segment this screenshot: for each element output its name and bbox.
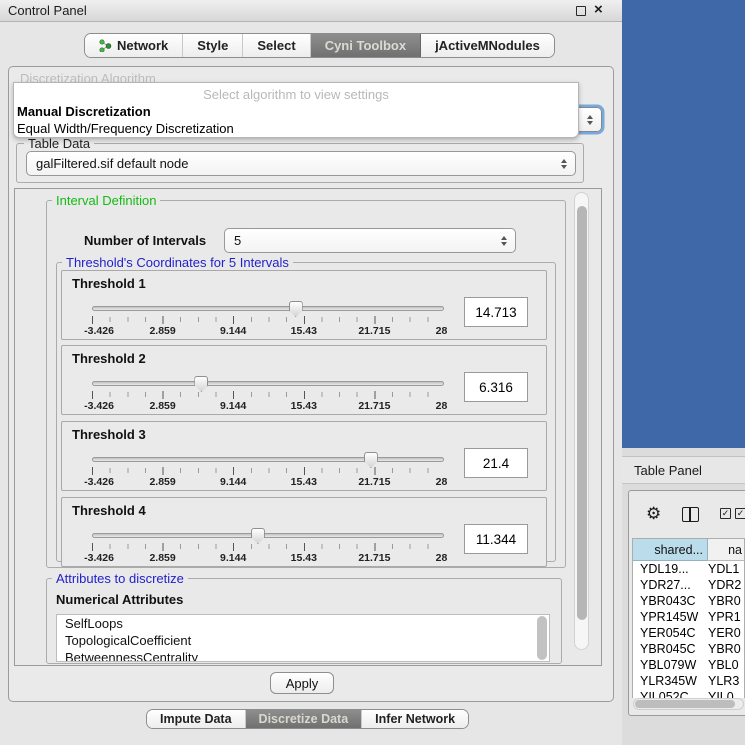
threshold-2-slider[interactable]: -3.426 2.859 9.144 15.43 21.715 28 <box>92 376 445 414</box>
thresholds-group-title: Threshold's Coordinates for 5 Intervals <box>62 255 293 270</box>
network-icon <box>99 39 112 52</box>
table-row[interactable]: YBR045CYBR0 <box>633 641 744 657</box>
table-header-row: shared... na <box>633 539 744 561</box>
tab-network-label: Network <box>117 38 168 53</box>
checkbox-icon[interactable]: ✓ <box>735 508 745 519</box>
number-of-intervals-select[interactable]: 5 <box>224 228 516 253</box>
tab-discretize-data[interactable]: Discretize Data <box>246 710 363 728</box>
network-window-frame: GAL80 GAL11 GAL4 GCY1 HAP2 H G C <box>622 0 745 448</box>
threshold-1-slider[interactable]: -3.426 2.859 9.144 15.43 21.715 28 <box>92 301 445 339</box>
slider-major-ticks <box>92 467 445 475</box>
numerical-attributes-label: Numerical Attributes <box>56 592 183 607</box>
checkbox-icon[interactable]: ✓ <box>720 508 731 519</box>
tab-network[interactable]: Network <box>85 34 183 57</box>
threshold-4-value-field[interactable]: 11.344 <box>464 524 528 554</box>
table-data-group-title: Table Data <box>24 136 94 151</box>
threshold-1-value-field[interactable]: 14.713 <box>464 297 528 327</box>
gear-icon[interactable]: ⚙ <box>646 504 661 524</box>
attributes-group-title: Attributes to discretize <box>52 571 188 586</box>
threshold-4-panel: Threshold 4 -3.426 2.859 9.144 15.43 21.… <box>61 497 547 567</box>
threshold-3-slider[interactable]: -3.426 2.859 9.144 15.43 21.715 28 <box>92 452 445 490</box>
threshold-1-panel: Threshold 1 -3.426 2.859 9.144 15.43 21.… <box>61 270 547 340</box>
tab-style[interactable]: Style <box>183 34 243 57</box>
combo-arrows-icon <box>561 159 567 169</box>
threshold-4-slider[interactable]: -3.426 2.859 9.144 15.43 21.715 28 <box>92 528 445 566</box>
table-row[interactable]: YBR043CYBR0 <box>633 593 744 609</box>
slider-track[interactable] <box>92 306 444 311</box>
dropdown-placeholder-option[interactable]: Select algorithm to view settings <box>14 87 578 102</box>
table-panel-header[interactable]: Table Panel <box>622 456 745 484</box>
threshold-4-label: Threshold 4 <box>72 503 146 518</box>
threshold-2-value-field[interactable]: 6.316 <box>464 372 528 402</box>
column-header-shared-name[interactable]: shared... <box>633 539 708 561</box>
algorithm-dropdown-popup: Select algorithm to view settings Manual… <box>13 82 579 138</box>
list-item[interactable]: SelfLoops <box>57 615 549 632</box>
slider-major-ticks <box>92 391 445 399</box>
combo-arrows-icon <box>587 115 593 125</box>
slider-scale: -3.426 2.859 9.144 15.43 21.715 28 <box>92 325 445 337</box>
tab-select[interactable]: Select <box>243 34 310 57</box>
control-panel-titlebar <box>0 0 622 22</box>
slider-thumb[interactable] <box>194 376 208 392</box>
numerical-attributes-list: SelfLoops TopologicalCoefficient Between… <box>56 614 550 662</box>
slider-scale: -3.426 2.859 9.144 15.43 21.715 28 <box>92 476 445 488</box>
table-row[interactable]: YDR27...YDR2 <box>633 577 744 593</box>
node-table: shared... na YDL19...YDL1 YDR27...YDR2 Y… <box>632 538 745 698</box>
threshold-3-label: Threshold 3 <box>72 427 146 442</box>
float-window-icon[interactable] <box>576 6 586 16</box>
combo-arrows-icon <box>501 236 507 246</box>
column-header-name[interactable]: na <box>708 539 744 561</box>
list-item[interactable]: BetweennessCentrality <box>57 649 549 662</box>
slider-major-ticks <box>92 316 445 324</box>
control-panel-tabbar: Network Style Select Cyni Toolbox jActiv… <box>84 33 555 58</box>
threshold-3-panel: Threshold 3 -3.426 2.859 9.144 15.43 21.… <box>61 421 547 491</box>
slider-track[interactable] <box>92 457 444 462</box>
close-icon[interactable]: × <box>594 1 603 18</box>
attributes-list-scrollbar-thumb[interactable] <box>537 616 547 660</box>
threshold-2-label: Threshold 2 <box>72 351 146 366</box>
interval-definition-title: Interval Definition <box>52 193 160 208</box>
number-of-intervals-label: Number of Intervals <box>84 233 206 248</box>
threshold-2-panel: Threshold 2 -3.426 2.859 9.144 15.43 21.… <box>61 345 547 415</box>
slider-scale: -3.426 2.859 9.144 15.43 21.715 28 <box>92 552 445 564</box>
table-row[interactable]: YBL079WYBL0 <box>633 657 744 673</box>
table-row[interactable]: YER054CYER0 <box>633 625 744 641</box>
table-data-select[interactable]: galFiltered.sif default node <box>26 151 576 176</box>
slider-track[interactable] <box>92 381 444 386</box>
app-root: Control Panel × Network Style Select Cyn… <box>0 0 745 745</box>
columns-icon[interactable] <box>682 507 699 522</box>
tab-jactivemnodules[interactable]: jActiveMNodules <box>421 34 554 57</box>
table-row[interactable]: YIL052CYIL0 <box>633 689 744 698</box>
slider-major-ticks <box>92 543 445 551</box>
table-row[interactable]: YDL19...YDL1 <box>633 561 744 577</box>
list-item[interactable]: TopologicalCoefficient <box>57 632 549 649</box>
table-row[interactable]: YPR145WYPR1 <box>633 609 744 625</box>
dropdown-option-equal-width[interactable]: Equal Width/Frequency Discretization <box>17 121 234 136</box>
tab-impute-data[interactable]: Impute Data <box>147 710 246 728</box>
tab-infer-network[interactable]: Infer Network <box>362 710 468 728</box>
threshold-3-value-field[interactable]: 21.4 <box>464 448 528 478</box>
apply-button[interactable]: Apply <box>270 672 334 694</box>
threshold-1-label: Threshold 1 <box>72 276 146 291</box>
dropdown-option-manual-discretization[interactable]: Manual Discretization <box>17 104 151 119</box>
control-panel-title: Control Panel <box>8 3 87 18</box>
table-hscrollbar-thumb[interactable] <box>635 700 735 708</box>
slider-thumb[interactable] <box>289 301 303 317</box>
slider-track[interactable] <box>92 533 444 538</box>
slider-thumb[interactable] <box>251 528 265 544</box>
cyni-bottom-tabbar: Impute Data Discretize Data Infer Networ… <box>146 709 469 729</box>
slider-thumb[interactable] <box>364 452 378 468</box>
slider-scale: -3.426 2.859 9.144 15.43 21.715 28 <box>92 400 445 412</box>
table-row[interactable]: YLR345WYLR3 <box>633 673 744 689</box>
tab-cyni-toolbox[interactable]: Cyni Toolbox <box>311 34 421 57</box>
settings-scrollbar-thumb[interactable] <box>577 206 587 620</box>
